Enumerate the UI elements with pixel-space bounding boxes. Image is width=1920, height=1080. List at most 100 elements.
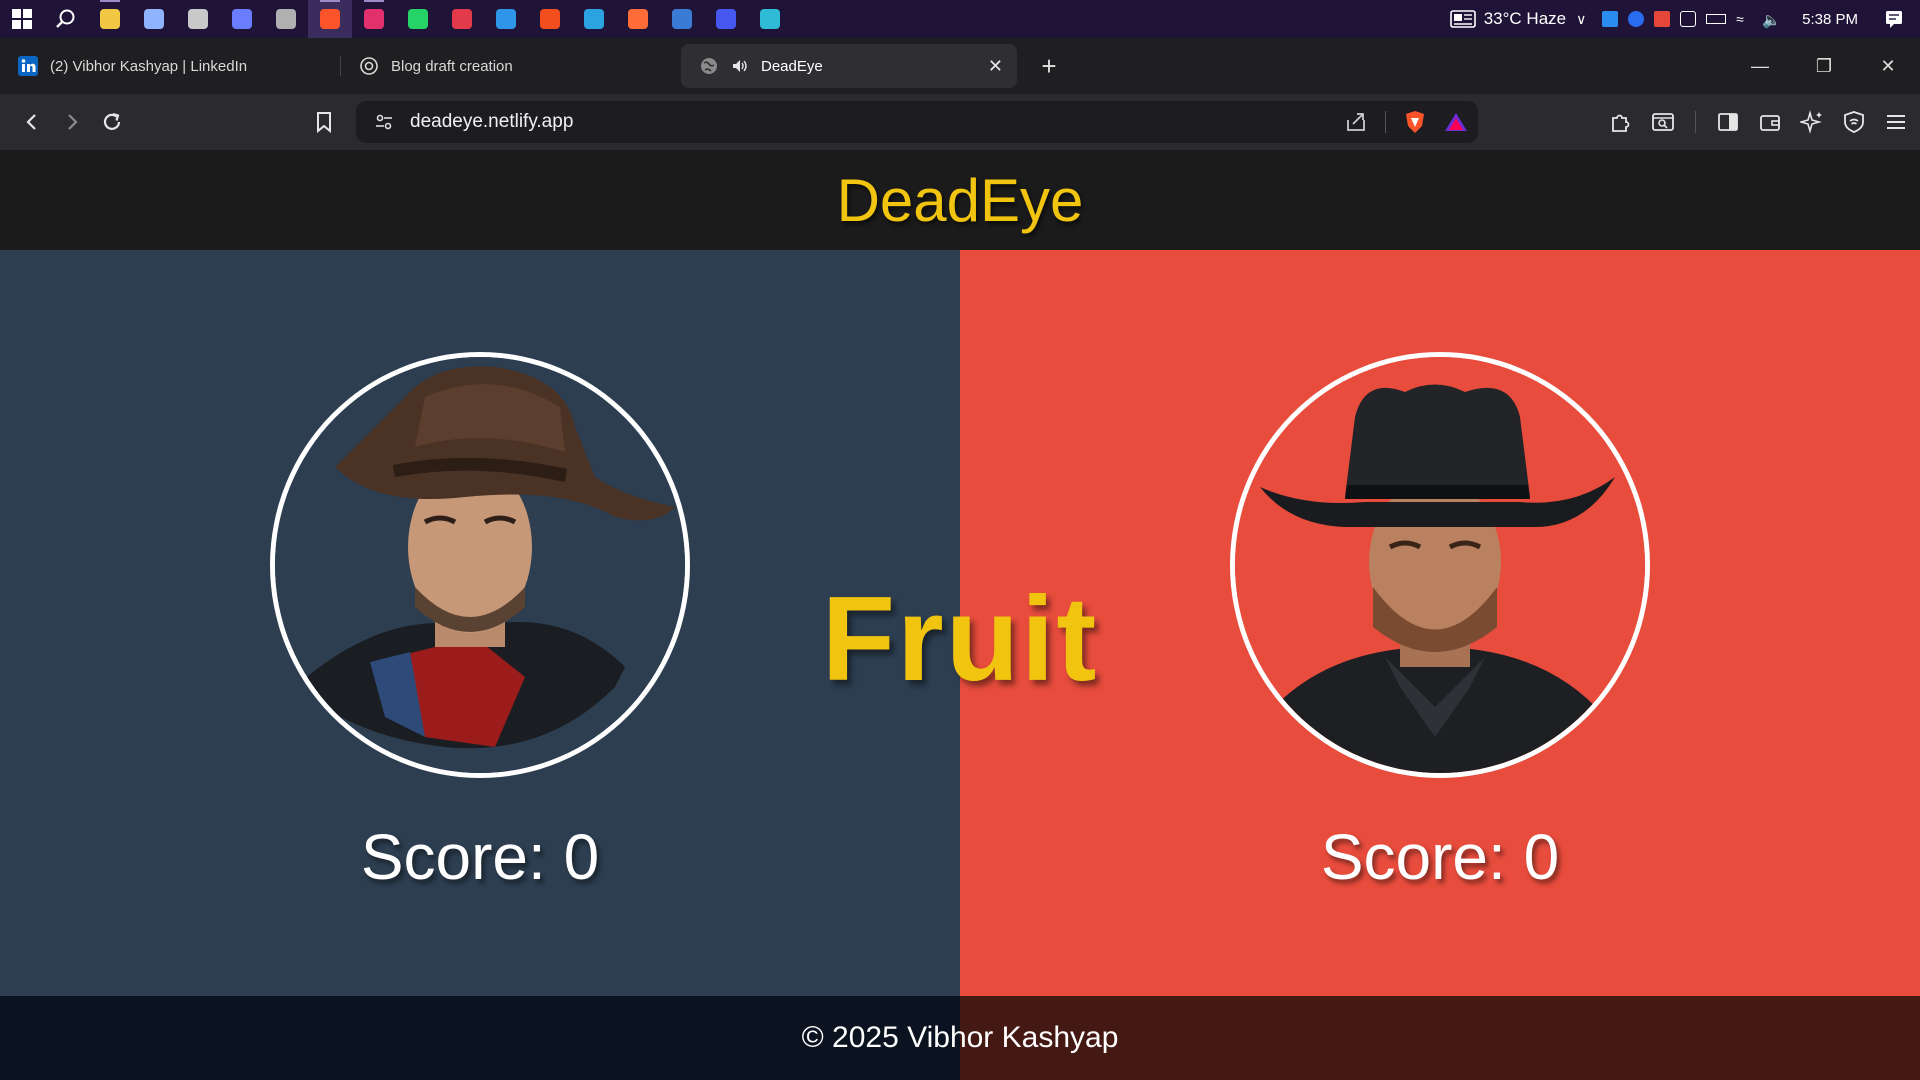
close-tab-icon[interactable]: ✕ [988,56,1003,77]
player-two-avatar [1230,352,1650,778]
tab-linkedin[interactable]: (2) Vibhor Kashyap | LinkedIn [0,44,340,88]
weather-widget[interactable]: 33°C Haze [1449,9,1567,29]
player-one-panel[interactable]: Score: 0 [0,250,960,996]
share-icon[interactable] [1345,111,1367,133]
chevron-up-icon[interactable]: ∨ [1576,11,1592,27]
app-icon-2 [188,9,208,29]
main-menu-button[interactable] [1880,106,1912,138]
taskbar-app-button[interactable] [484,0,528,38]
tab-blog-draft[interactable]: Blog draft creation [341,44,681,88]
window-controls: — ❐ ✕ [1728,38,1920,94]
weather-text: 33°C Haze [1483,9,1567,28]
web-page: DeadEye Score: 0 Score: 0 Fruit © 2025 V… [0,150,1920,1080]
tab-title: Blog draft creation [391,57,513,75]
player-one-avatar [270,352,690,778]
restore-button[interactable]: ❐ [1792,38,1856,94]
vscode-icon [496,9,516,29]
taskbar-app-button[interactable] [220,0,264,38]
news-weather-icon [1449,10,1476,28]
taskbar-app-button[interactable] [352,0,396,38]
footer-copyright: © 2025 Vibhor Kashyap [801,1021,1119,1054]
puzzle-icon [1612,114,1630,132]
telegram-icon [584,9,604,29]
taskbar-app-button[interactable] [132,0,176,38]
taskbar-app-button[interactable] [440,0,484,38]
app-icon-5 [452,9,472,29]
taskbar-app-button[interactable] [176,0,220,38]
sidebar-icon [1718,113,1738,131]
chatgpt-icon [360,57,378,75]
new-tab-button[interactable]: + [1029,46,1069,86]
site-header: DeadEye [0,150,1920,250]
tab-title: DeadEye [761,57,823,75]
player-two-panel[interactable]: Score: 0 [960,250,1920,996]
brave-rewards-icon[interactable] [1444,111,1468,133]
figma-icon [540,9,560,29]
tray-app-icon[interactable] [1602,11,1619,27]
browser-toolbar: deadeye.netlify.app [0,94,1920,150]
whatsapp-icon [408,9,428,29]
vpn-button[interactable] [1838,106,1870,138]
taskbar-app-button[interactable] [528,0,572,38]
notifications-icon[interactable] [1884,9,1904,29]
clock-time[interactable]: 5:38 PM [1802,11,1858,28]
audio-playing-icon[interactable] [731,57,749,75]
bookmark-button[interactable] [304,102,344,142]
taskbar-app-button[interactable] [264,0,308,38]
bluetooth-icon[interactable] [1628,11,1645,27]
player-two-score: Score: 0 [1320,821,1560,893]
taskbar-app-button[interactable] [616,0,660,38]
sidebar-toggle-button[interactable] [1712,106,1744,138]
edge-icon [760,9,780,29]
wifi-icon[interactable]: ≈ [1736,11,1752,27]
wallet-icon [1760,115,1780,131]
minimize-button[interactable]: — [1728,38,1792,94]
close-window-button[interactable]: ✕ [1856,38,1920,94]
forward-button[interactable] [52,102,92,142]
back-button[interactable] [12,102,52,142]
tab-title: (2) Vibhor Kashyap | LinkedIn [50,57,248,75]
reload-button[interactable] [92,102,132,142]
file-explorer-icon [100,9,120,29]
globe-icon [701,58,717,74]
taskbar-app-button[interactable] [704,0,748,38]
app-icon-6 [672,9,692,29]
hamburger-menu-icon [1887,115,1905,129]
search-icon [56,9,75,28]
camera-icon[interactable] [1680,11,1697,27]
wallet-button[interactable] [1754,106,1786,138]
bookmark-icon [317,112,331,133]
omnibox-divider [1385,111,1386,133]
app-icon-4 [276,9,296,29]
reload-icon [103,112,121,130]
windows-taskbar: 33°C Haze ∨ ≈ 🔈 5:38 PM [0,0,1920,38]
taskbar-search-button[interactable] [44,0,88,38]
windows-start-button[interactable] [0,0,44,38]
volume-icon[interactable]: 🔈 [1762,11,1781,29]
taskbar-app-button[interactable] [396,0,440,38]
find-in-page-button[interactable] [1647,106,1679,138]
back-arrow-icon [26,114,36,130]
windows-logo-icon [12,9,32,29]
leo-ai-button[interactable] [1796,106,1828,138]
taskbar-app-button[interactable] [660,0,704,38]
battery-icon[interactable] [1706,14,1727,24]
tray-app-red-icon[interactable] [1654,11,1671,27]
taskbar-app-button[interactable] [572,0,616,38]
address-bar[interactable]: deadeye.netlify.app [356,101,1478,143]
sparkle-icon [1800,110,1822,134]
extensions-button[interactable] [1605,106,1637,138]
tab-deadeye[interactable]: DeadEye ✕ [681,44,1017,88]
app-icon-1 [144,9,164,29]
site-settings-icon[interactable] [364,113,404,131]
taskbar-app-button[interactable] [748,0,792,38]
shield-icon [1844,111,1864,133]
system-tray: 33°C Haze ∨ ≈ 🔈 5:38 PM [1449,0,1920,38]
instagram-icon [364,9,384,29]
cowboy-black-hat-image [1235,357,1645,773]
intellij-icon [716,9,736,29]
taskbar-app-button[interactable] [88,0,132,38]
brave-shields-icon[interactable] [1404,110,1426,134]
url-text[interactable]: deadeye.netlify.app [410,111,573,133]
taskbar-app-button[interactable] [308,0,352,38]
